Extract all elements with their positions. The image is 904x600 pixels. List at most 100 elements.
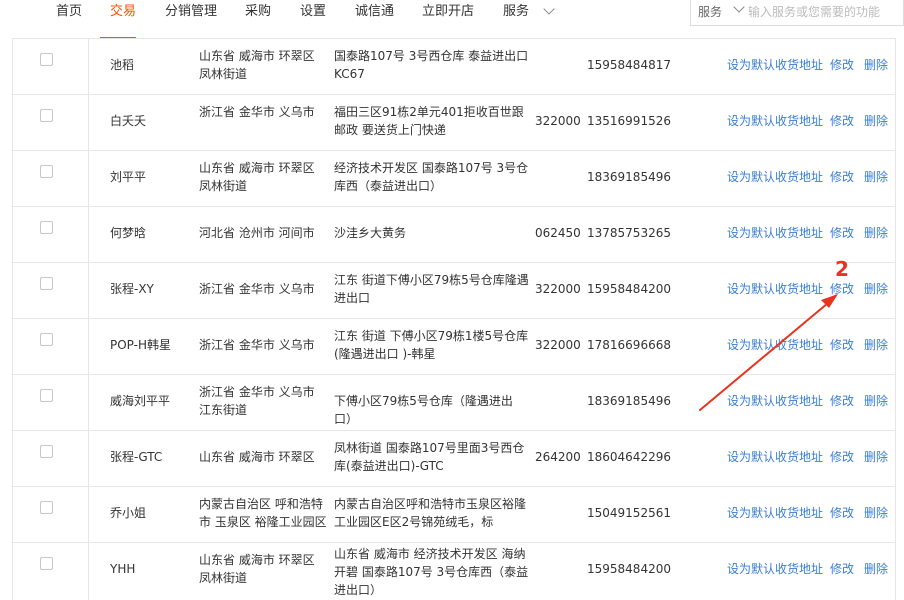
zip-code: 322000 — [535, 338, 581, 352]
phone: 18604642296 — [587, 450, 671, 464]
set-default-link[interactable]: 设为默认收货地址 — [727, 112, 823, 130]
phone: 15049152561 — [587, 506, 671, 520]
phone: 13516991526 — [587, 114, 671, 128]
nav-services[interactable]: 服务 — [503, 0, 529, 24]
recipient-name: 张程-GTC — [110, 450, 163, 464]
chevron-down-icon[interactable] — [733, 1, 745, 13]
phone: 15958484817 — [587, 58, 671, 72]
table-row: 白夭夭 浙江省 金华市 义乌市 福田三区91栋2单元401拒收百世跟邮政 要送货… — [12, 94, 896, 150]
row-checkbox[interactable] — [40, 109, 53, 122]
edit-link[interactable]: 修改 — [830, 280, 854, 298]
delete-link[interactable]: 删除 — [864, 448, 888, 466]
row-checkbox[interactable] — [40, 501, 53, 514]
region: 浙江省 金华市 义乌市 江东街道 — [199, 385, 315, 417]
table-row: 威海刘平平 浙江省 金华市 义乌市 江东街道 下傅小区79栋5号仓库（隆遇进出口… — [12, 374, 896, 430]
search-category[interactable]: 服务 — [698, 3, 722, 20]
recipient-name: YHH — [110, 562, 136, 576]
nav-settings[interactable]: 设置 — [300, 0, 326, 24]
table-row: 池稻 山东省 威海市 环翠区 凤林街道 国泰路107号 3号西仓库 泰益进出口K… — [12, 38, 896, 94]
recipient-name: 池稻 — [110, 58, 135, 72]
chevron-down-icon[interactable] — [543, 3, 555, 15]
row-checkbox[interactable] — [40, 221, 53, 234]
delete-link[interactable]: 删除 — [864, 224, 888, 242]
recipient-name: 白夭夭 — [110, 114, 147, 128]
street-address: 内蒙古自治区呼和浩特市玉泉区裕隆工业园区E区2号锦苑绒毛，标 — [334, 497, 527, 529]
edit-link[interactable]: 修改 — [830, 392, 854, 410]
phone: 18369185496 — [587, 170, 671, 184]
row-checkbox[interactable] — [40, 165, 53, 178]
table-row: 乔小姐 内蒙古自治区 呼和浩特市 玉泉区 裕隆工业园区 内蒙古自治区呼和浩特市玉… — [12, 486, 896, 542]
row-checkbox[interactable] — [40, 277, 53, 290]
region: 山东省 威海市 环翠区 凤林街道 — [199, 553, 315, 585]
street-address: 国泰路107号 3号西仓库 泰益进出口KC67 — [334, 49, 529, 81]
phone: 13785753265 — [587, 226, 671, 240]
zip-code: 322000 — [535, 282, 581, 296]
set-default-link[interactable]: 设为默认收货地址 — [727, 392, 823, 410]
region: 浙江省 金华市 义乌市 — [199, 338, 315, 352]
set-default-link[interactable]: 设为默认收货地址 — [727, 504, 823, 522]
table-row: 刘平平 山东省 威海市 环翠区 凤林街道 经济技术开发区 国泰路107号 3号仓… — [12, 150, 896, 206]
street-address: 山东省 威海市 经济技术开发区 海纳开碧 国泰路107号 3号仓库西（泰益进出口… — [334, 547, 529, 597]
set-default-link[interactable]: 设为默认收货地址 — [727, 336, 823, 354]
row-checkbox[interactable] — [40, 445, 53, 458]
region: 山东省 威海市 环翠区 凤林街道 — [199, 161, 315, 193]
phone: 15958484200 — [587, 562, 671, 576]
table-row: POP-H韩星 浙江省 金华市 义乌市 江东 街道 下傅小区79栋1楼5号仓库(… — [12, 318, 896, 374]
set-default-link[interactable]: 设为默认收货地址 — [727, 280, 823, 298]
recipient-name: 刘平平 — [110, 170, 147, 184]
row-checkbox[interactable] — [40, 557, 53, 570]
nav-distribution[interactable]: 分销管理 — [165, 0, 217, 24]
delete-link[interactable]: 删除 — [864, 280, 888, 298]
region: 河北省 沧州市 河间市 — [199, 226, 315, 240]
row-checkbox[interactable] — [40, 389, 53, 402]
edit-link[interactable]: 修改 — [830, 224, 854, 242]
set-default-link[interactable]: 设为默认收货地址 — [727, 168, 823, 186]
street-address: 凤林街道 国泰路107号里面3号西仓库(泰益进出口)-GTC — [334, 441, 525, 473]
nav-open-shop[interactable]: 立即开店 — [422, 0, 474, 24]
set-default-link[interactable]: 设为默认收货地址 — [727, 560, 823, 578]
delete-link[interactable]: 删除 — [864, 336, 888, 354]
table-row: 张程-XY 浙江省 金华市 义乌市 江东 街道下傅小区79栋5号仓库隆遇进出口 … — [12, 262, 896, 318]
edit-link[interactable]: 修改 — [830, 112, 854, 130]
region: 山东省 威海市 环翠区 凤林街道 — [199, 49, 315, 81]
table-row: 何梦晗 河北省 沧州市 河间市 沙洼乡大黄务 062450 1378575326… — [12, 206, 896, 262]
region: 山东省 威海市 环翠区 — [199, 450, 315, 464]
recipient-name: 乔小姐 — [110, 506, 147, 520]
street-address: 江东 街道下傅小区79栋5号仓库隆遇进出口 — [334, 273, 529, 305]
top-navigation: 首页 交易 分销管理 采购 设置 诚信通 立即开店 服务 服务 — [0, 0, 904, 40]
delete-link[interactable]: 删除 — [864, 560, 888, 578]
edit-link[interactable]: 修改 — [830, 560, 854, 578]
zip-code: 264200 — [535, 450, 581, 464]
recipient-name: 威海刘平平 — [110, 394, 171, 408]
nav-integrity[interactable]: 诚信通 — [355, 0, 394, 24]
delete-link[interactable]: 删除 — [864, 392, 888, 410]
set-default-link[interactable]: 设为默认收货地址 — [727, 56, 823, 74]
row-checkbox[interactable] — [40, 53, 53, 66]
delete-link[interactable]: 删除 — [864, 56, 888, 74]
phone: 18369185496 — [587, 394, 671, 408]
street-address: 福田三区91栋2单元401拒收百世跟邮政 要送货上门快递 — [334, 105, 524, 137]
street-address: 经济技术开发区 国泰路107号 3号仓库西（泰益进出口） — [334, 161, 529, 193]
nav-purchase[interactable]: 采购 — [245, 0, 271, 24]
nav-home[interactable]: 首页 — [56, 0, 82, 24]
row-checkbox[interactable] — [40, 333, 53, 346]
edit-link[interactable]: 修改 — [830, 336, 854, 354]
edit-link[interactable]: 修改 — [830, 56, 854, 74]
edit-link[interactable]: 修改 — [830, 504, 854, 522]
search-input[interactable] — [748, 2, 898, 22]
edit-link[interactable]: 修改 — [830, 448, 854, 466]
nav-trade[interactable]: 交易 — [110, 0, 136, 24]
region: 浙江省 金华市 义乌市 — [199, 105, 315, 119]
phone: 15958484200 — [587, 282, 671, 296]
search-box[interactable]: 服务 — [690, 0, 904, 26]
delete-link[interactable]: 删除 — [864, 168, 888, 186]
delete-link[interactable]: 删除 — [864, 504, 888, 522]
set-default-link[interactable]: 设为默认收货地址 — [727, 224, 823, 242]
street-address: 下傅小区79栋5号仓库（隆遇进出口） — [334, 394, 513, 426]
table-row: YHH 山东省 威海市 环翠区 凤林街道 山东省 威海市 经济技术开发区 海纳开… — [12, 542, 896, 598]
region: 浙江省 金华市 义乌市 — [199, 282, 315, 296]
set-default-link[interactable]: 设为默认收货地址 — [727, 448, 823, 466]
delete-link[interactable]: 删除 — [864, 112, 888, 130]
edit-link[interactable]: 修改 — [830, 168, 854, 186]
table-row: 张程-GTC 山东省 威海市 环翠区 凤林街道 国泰路107号里面3号西仓库(泰… — [12, 430, 896, 486]
